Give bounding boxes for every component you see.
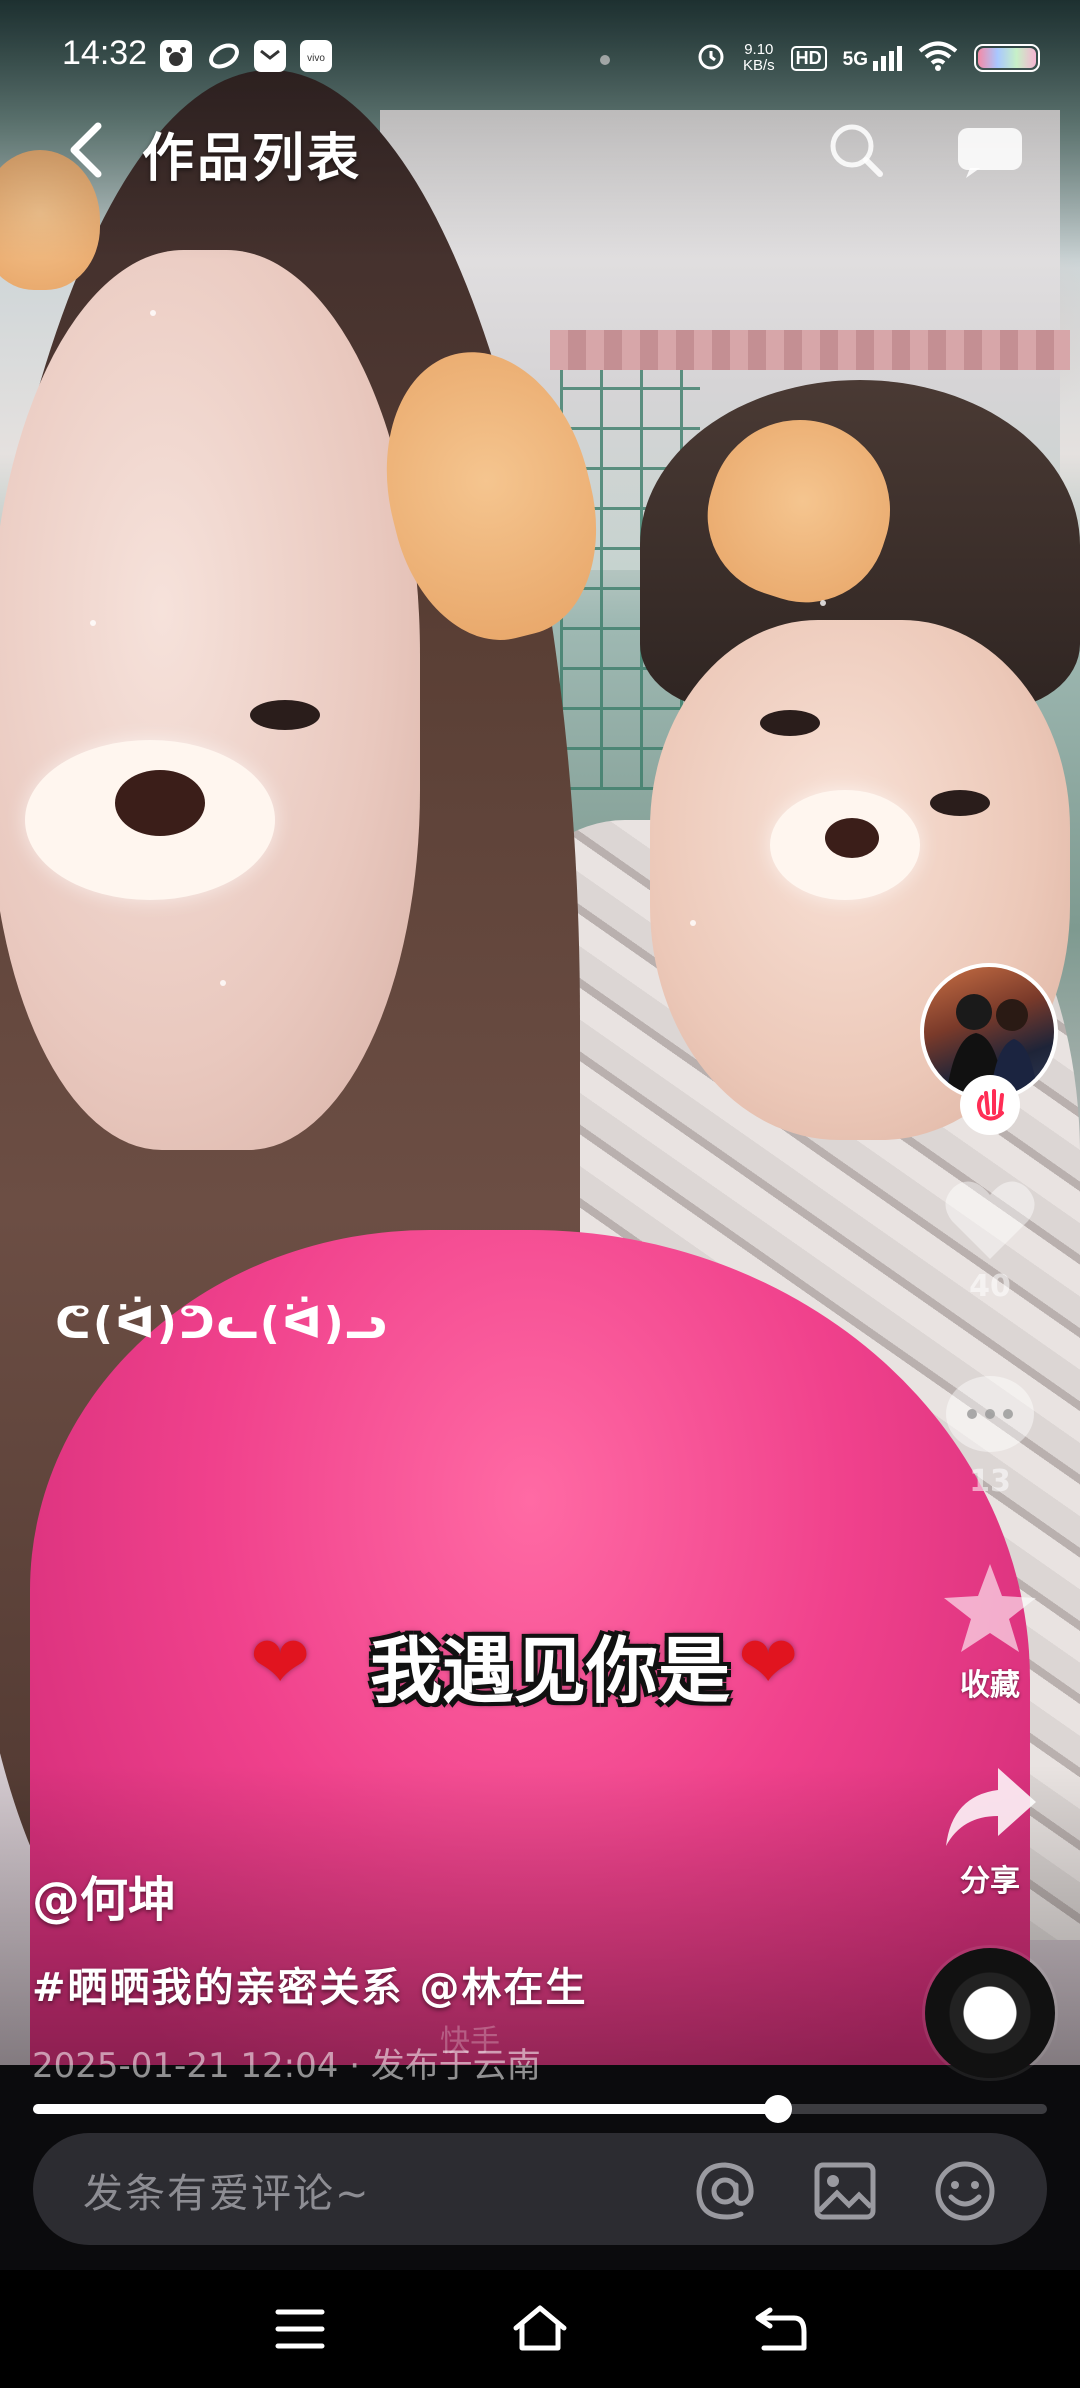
- back-nav-icon[interactable]: [750, 2304, 810, 2354]
- girl-eye: [250, 700, 320, 730]
- page-title: 作品列表: [142, 129, 363, 189]
- baidu-app-icon: [160, 40, 192, 72]
- boy-nose-tip: [825, 818, 879, 858]
- at-icon[interactable]: [693, 2159, 757, 2223]
- overlay-heart-right: ❤: [738, 1620, 799, 1704]
- chat-icon[interactable]: [954, 124, 1026, 180]
- music-disc-icon[interactable]: [925, 1948, 1055, 2078]
- status-time: 14:32: [62, 34, 148, 72]
- message-app-icon: [254, 40, 286, 72]
- emoji-icon[interactable]: [933, 2159, 997, 2223]
- boy-eye: [760, 710, 820, 736]
- alarm-icon: [695, 40, 727, 76]
- search-icon[interactable]: [826, 120, 886, 180]
- like-count: 40: [969, 1269, 1011, 1304]
- wifi-icon: [918, 40, 958, 76]
- status-bar: 14:32 vivo 9.10 KB/s HD 5G: [0, 30, 1080, 90]
- battery-icon: [974, 44, 1040, 72]
- like-button[interactable]: 40: [930, 1175, 1050, 1304]
- girl-nose-tip: [115, 770, 205, 836]
- comment-icon: [946, 1376, 1034, 1452]
- vivo-app-icon: vivo: [300, 40, 332, 72]
- video-progress-bar[interactable]: [33, 2095, 1047, 2123]
- comment-count: 13: [969, 1464, 1011, 1499]
- share-icon: [946, 1768, 1036, 1846]
- post-author[interactable]: @何坤: [32, 1860, 176, 1930]
- swirl-app-icon: [208, 40, 240, 72]
- face-sticker: ᕦ(ᐛ)ᕤᓚ(ᐛ)ᓗ: [55, 1298, 389, 1349]
- share-button[interactable]: 分享: [930, 1762, 1050, 1900]
- comment-input[interactable]: 发条有爱评论~: [83, 2161, 371, 2219]
- progress-knob[interactable]: [764, 2095, 793, 2123]
- signal-icon: 5G: [843, 45, 902, 71]
- background-roof: [550, 330, 1070, 370]
- net-speed: 9.10 KB/s: [742, 41, 775, 74]
- hd-badge: HD: [790, 45, 827, 71]
- system-nav-bar: [0, 2270, 1080, 2388]
- follow-badge-icon[interactable]: [960, 1075, 1020, 1135]
- image-icon[interactable]: [813, 2159, 877, 2223]
- share-label: 分享: [960, 1864, 1020, 1899]
- back-icon[interactable]: [60, 118, 120, 182]
- comment-button[interactable]: 13: [930, 1370, 1050, 1499]
- collect-label: 收藏: [960, 1668, 1020, 1703]
- home-icon[interactable]: [510, 2304, 570, 2354]
- boy-eye-right: [930, 790, 990, 816]
- progress-fill: [33, 2104, 779, 2114]
- post-description[interactable]: #晒晒我的亲密关系 @林在生: [32, 1955, 587, 2013]
- heart-icon: [945, 1181, 1035, 1259]
- girl-face: [0, 250, 420, 1150]
- menu-icon[interactable]: [270, 2304, 330, 2354]
- collect-button[interactable]: 收藏: [930, 1560, 1050, 1704]
- comment-bar: 发条有爱评论~: [33, 2133, 1047, 2245]
- top-header: 作品列表: [0, 110, 1080, 190]
- video-player[interactable]: [0, 0, 1080, 2065]
- post-meta: 2025-01-21 12:04 · 发布于云南: [32, 2046, 541, 2086]
- svg-text:vivo: vivo: [307, 53, 325, 64]
- star-icon: [944, 1564, 1036, 1652]
